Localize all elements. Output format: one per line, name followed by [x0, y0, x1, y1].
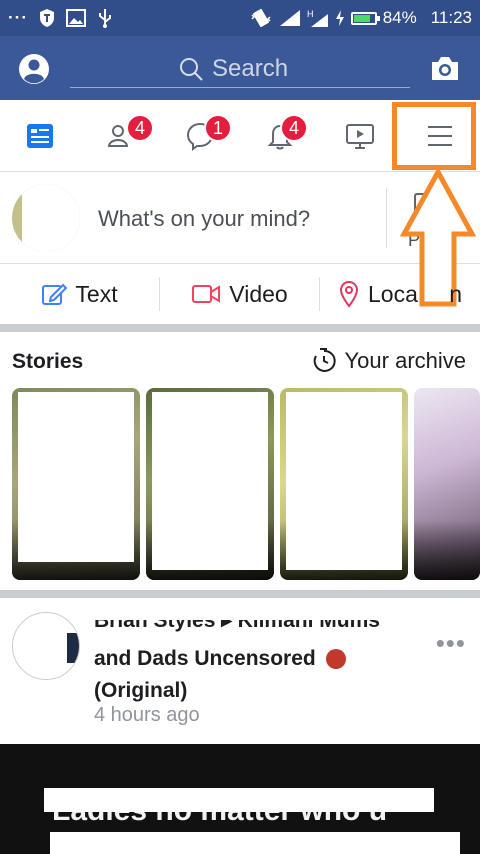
section-divider: [0, 590, 480, 598]
post-type-bar: Text Video Loca n: [0, 264, 480, 324]
search-icon: [180, 57, 203, 81]
search-input[interactable]: [212, 54, 302, 83]
search-bar[interactable]: [70, 50, 410, 88]
profile-icon[interactable]: [18, 53, 50, 85]
svg-text:H: H: [307, 9, 314, 19]
battery-icon: [350, 11, 380, 25]
section-divider: [0, 324, 480, 332]
post-author[interactable]: Brian Styles ▸ Kilmani Mums and Dads Unc…: [94, 620, 424, 706]
feed-post: Brian Styles ▸ Kilmani Mums and Dads Unc…: [0, 598, 480, 744]
post-timestamp: 4 hours ago: [94, 704, 200, 726]
caption-bar: [50, 832, 460, 854]
tab-messages[interactable]: 1: [160, 100, 240, 171]
post-author-line1: Brian Styles ▸ Kilmani Mums: [94, 620, 380, 632]
composer-prompt[interactable]: What's on your mind?: [98, 206, 310, 232]
stories-section: Stories Your archive: [0, 332, 480, 590]
post-location-label-tail: n: [449, 280, 462, 307]
location-pin-icon: [339, 280, 359, 308]
pencil-icon: [42, 283, 68, 305]
post-options-button[interactable]: •••: [436, 628, 466, 659]
photo-label: P: [408, 230, 421, 250]
your-archive-label: Your archive: [344, 348, 466, 373]
status-composer[interactable]: What's on your mind? P: [0, 172, 480, 264]
post-location-label: Loca: [368, 280, 418, 307]
post-location-button[interactable]: Loca n: [320, 264, 480, 324]
image-icon: [65, 9, 86, 27]
post-caption: Ladies no matter who u: [52, 794, 388, 827]
archive-clock-icon: [313, 348, 336, 372]
tab-notifications[interactable]: 4: [240, 100, 320, 171]
charging-icon: [335, 10, 344, 26]
tab-news-feed[interactable]: [0, 100, 80, 171]
shield-icon: [39, 9, 54, 27]
post-text-button[interactable]: Text: [0, 264, 159, 324]
post-author-avatar[interactable]: [12, 612, 80, 680]
vibrate-icon: [251, 8, 271, 28]
more-icon: ···: [8, 8, 28, 27]
post-media[interactable]: Ladies no matter who u: [0, 744, 480, 854]
camera-icon[interactable]: [430, 54, 460, 82]
photo-icon[interactable]: [412, 192, 436, 222]
signal-icon: [279, 10, 300, 26]
post-author-line2: and Dads Uncensored: [94, 648, 316, 670]
stories-title: Stories: [12, 350, 84, 373]
news-feed-icon: [27, 123, 53, 148]
post-author-line3: (Original): [94, 679, 188, 702]
red-emoji-icon: [325, 649, 346, 670]
story-card[interactable]: [146, 388, 274, 580]
composer-avatar: [12, 184, 80, 252]
top-header: [0, 36, 480, 100]
status-left: ···: [8, 8, 114, 28]
story-card[interactable]: [12, 388, 140, 580]
hamburger-menu-icon: [428, 125, 452, 146]
story-card[interactable]: [280, 388, 408, 580]
usb-icon: [98, 9, 111, 28]
h-signal-icon: H: [307, 9, 328, 27]
status-bar: ··· H 84% 11:23: [0, 0, 480, 36]
post-video-button[interactable]: Video: [160, 264, 319, 324]
composer-divider: [386, 188, 387, 248]
video-camera-icon: [192, 285, 221, 303]
video-icon: [346, 123, 374, 149]
battery-fill: [353, 14, 371, 22]
messages-badge: 1: [204, 114, 232, 142]
post-text-label: Text: [75, 280, 118, 307]
battery-percent: 84%: [382, 8, 417, 27]
post-video-label: Video: [229, 280, 288, 307]
main-nav: 4 1 4: [0, 100, 480, 172]
tab-menu[interactable]: [400, 100, 480, 171]
notifications-badge: 4: [280, 114, 308, 142]
story-card[interactable]: [414, 388, 480, 580]
tab-watch[interactable]: [320, 100, 400, 171]
tab-friend-requests[interactable]: 4: [80, 100, 160, 171]
status-time: 11:23: [430, 8, 472, 27]
your-archive-link[interactable]: Your archive: [311, 348, 466, 374]
status-right: H 84% 11:23: [249, 8, 472, 28]
friend-requests-badge: 4: [126, 114, 154, 142]
